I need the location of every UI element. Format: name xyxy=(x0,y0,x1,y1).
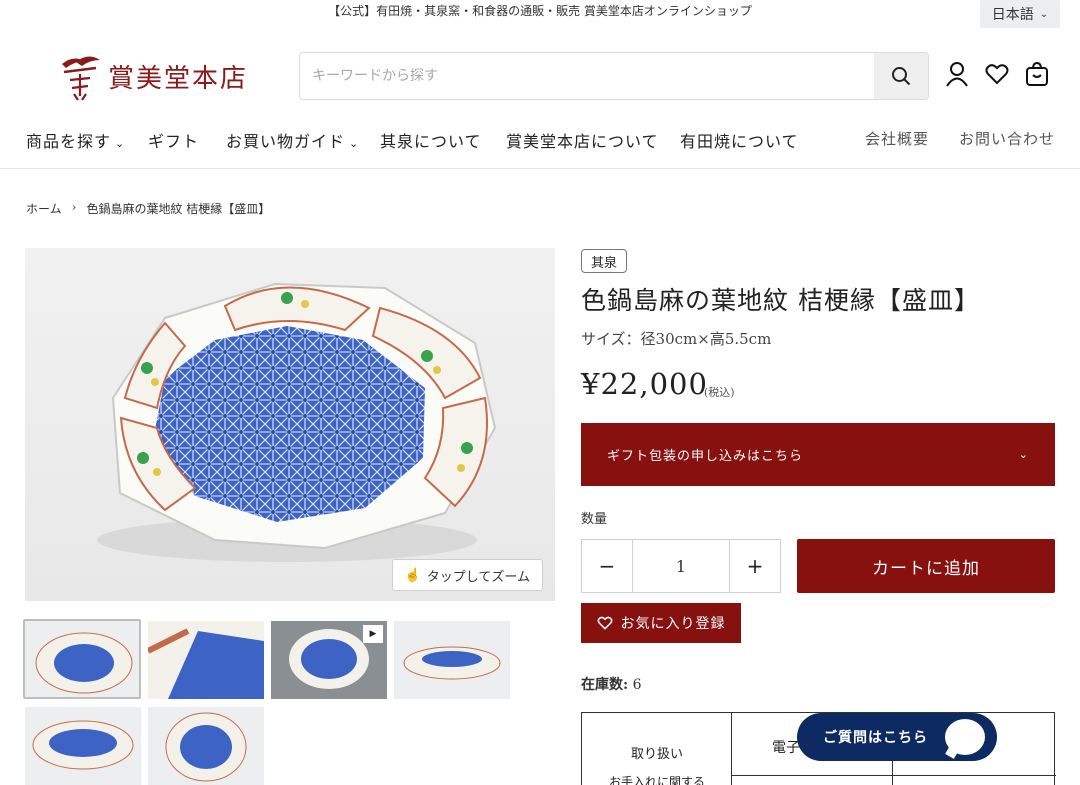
thumbnail-item[interactable] xyxy=(148,707,264,785)
language-selector[interactable]: 日本語 ⌄ xyxy=(980,0,1060,28)
tap-hand-icon: ☝ xyxy=(404,567,421,583)
nav-item-browse[interactable]: 商品を探す ⌄ xyxy=(26,128,125,152)
thumbnail-image xyxy=(148,621,264,699)
chat-widget-button[interactable]: ご質問はこちら xyxy=(797,713,997,761)
chat-label: ご質問はこちら xyxy=(823,730,928,746)
search-button[interactable] xyxy=(874,53,928,99)
thumbnail-item[interactable] xyxy=(23,619,141,699)
add-to-cart-button[interactable]: カートに追加 xyxy=(797,539,1055,593)
quantity-input[interactable]: 1 xyxy=(633,540,729,592)
wishlist-button[interactable] xyxy=(984,60,1010,88)
main-product-image[interactable]: ☝ タップしてズーム xyxy=(25,248,555,601)
breadcrumb-current: 色鍋島麻の葉地紋 桔梗縁【盛皿】 xyxy=(86,202,271,216)
nav-contact[interactable]: お問い合わせ xyxy=(959,128,1055,149)
top-notice-bar: 【公式】有田焼・其泉窯・和食器の通販・販売 賞美堂本店オンラインショップ 日本語… xyxy=(0,0,1080,28)
chevron-down-icon: ⌄ xyxy=(1018,448,1029,461)
nav-item-about-store[interactable]: 賞美堂本店について xyxy=(506,128,659,152)
spec-row-divider xyxy=(732,775,1056,776)
product-title: 色鍋島麻の葉地紋 桔梗縁【盛皿】 xyxy=(581,286,980,315)
nav-item-kisen[interactable]: 其泉について xyxy=(380,128,482,152)
header-divider xyxy=(0,168,1080,169)
heart-icon xyxy=(597,616,612,630)
breadcrumb: ホーム › 色鍋島麻の葉地紋 桔梗縁【盛皿】 xyxy=(26,200,270,217)
play-icon: ▶ xyxy=(363,625,383,643)
chevron-down-icon: ⌄ xyxy=(1039,8,1049,20)
account-button[interactable] xyxy=(944,60,970,88)
gift-wrapping-dropdown[interactable]: ギフト包装の申し込みはこちら ⌄ xyxy=(581,423,1055,486)
thumbnail-image xyxy=(165,712,247,782)
chevron-down-icon: ⌄ xyxy=(349,137,360,150)
stock-label: 在庫数: xyxy=(581,677,629,693)
vendor-badge[interactable]: 其泉 xyxy=(581,249,628,273)
cart-button[interactable] xyxy=(1024,60,1050,88)
breadcrumb-home[interactable]: ホーム xyxy=(26,200,62,217)
thumbnail-item[interactable] xyxy=(148,621,264,699)
spec-key-care: お手入れに関する xyxy=(608,775,705,785)
zoom-label: タップしてズーム xyxy=(426,569,530,585)
quantity-label: 数量 xyxy=(581,512,608,527)
spec-value: 電子 xyxy=(772,740,800,756)
gift-wrapping-label: ギフト包装の申し込みはこちら xyxy=(607,449,804,464)
header-actions xyxy=(944,60,1050,88)
quantity-increase-button[interactable]: + xyxy=(729,540,780,592)
logo-emblem-icon xyxy=(62,56,100,101)
product-size: サイズ：径30cm×高5.5cm xyxy=(581,330,772,348)
stock-count: 6 xyxy=(632,677,642,693)
plate-image xyxy=(97,282,497,562)
search-input[interactable] xyxy=(300,53,874,99)
thumbnail-video[interactable]: ▶ xyxy=(271,621,387,699)
shopping-bag-icon xyxy=(1026,61,1048,86)
user-icon xyxy=(946,62,968,87)
heart-icon xyxy=(985,64,1009,85)
announcement-text: 【公式】有田焼・其泉窯・和食器の通販・販売 賞美堂本店オンラインショップ xyxy=(328,4,752,18)
nav-item-shopping-guide[interactable]: お買い物ガイド ⌄ xyxy=(226,128,359,152)
main-navigation: 商品を探す ⌄ ギフト お買い物ガイド ⌄ 其泉について 賞美堂本店について 有田焼… xyxy=(0,126,1080,154)
nav-item-gift[interactable]: ギフト xyxy=(148,128,199,152)
thumbnail-item[interactable] xyxy=(25,707,141,785)
breadcrumb-separator: › xyxy=(71,200,77,214)
thumbnail-image xyxy=(403,646,501,680)
chat-bubble-icon xyxy=(945,719,985,755)
thumbnail-item[interactable] xyxy=(394,621,510,699)
quantity-decrease-button[interactable]: − xyxy=(582,540,633,592)
spec-key-handling: 取り扱い xyxy=(630,747,683,762)
tax-note: (税込) xyxy=(704,386,735,399)
nav-item-arita-ware[interactable]: 有田焼について xyxy=(680,128,799,152)
tap-to-zoom-button[interactable]: ☝ タップしてズーム xyxy=(391,559,543,591)
quantity-stepper: − 1 + xyxy=(581,539,781,593)
nav-company-info[interactable]: 会社概要 xyxy=(865,128,929,149)
site-logo[interactable]: 賞美堂本店 xyxy=(56,50,256,102)
language-label: 日本語 xyxy=(991,7,1034,23)
favorites-label: お気に入り登録 xyxy=(620,616,726,632)
stock-info: 在庫数: 6 xyxy=(581,674,642,694)
search-icon xyxy=(892,67,911,86)
thumbnail-image xyxy=(35,632,133,694)
thumbnail-image xyxy=(32,720,134,770)
search-bar xyxy=(299,52,929,100)
brand-name: 賞美堂本店 xyxy=(108,63,249,94)
add-to-favorites-button[interactable]: お気に入り登録 xyxy=(581,603,741,643)
chevron-down-icon: ⌄ xyxy=(115,137,126,150)
product-price: ¥22,000 xyxy=(581,367,708,401)
